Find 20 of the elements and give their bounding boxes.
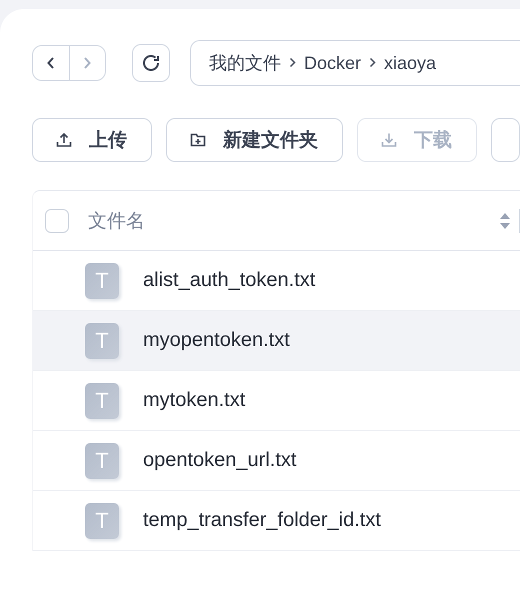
file-row[interactable]: T temp_transfer_folder_id.txt	[33, 491, 520, 551]
file-name: mytoken.txt	[143, 389, 246, 412]
file-row[interactable]: T opentoken_url.txt	[33, 431, 520, 491]
column-header[interactable]: 文件名	[88, 208, 499, 234]
text-file-icon: T	[85, 382, 119, 418]
breadcrumb-link[interactable]: 我的文件	[209, 51, 281, 75]
breadcrumb-link[interactable]: xiaoya	[384, 52, 436, 74]
file-name: myopentoken.txt	[143, 329, 290, 352]
file-name: temp_transfer_folder_id.txt	[143, 509, 381, 532]
new-folder-button[interactable]: 新建文件夹	[166, 118, 343, 162]
file-name: opentoken_url.txt	[143, 449, 296, 472]
upload-button[interactable]: 上传	[32, 118, 152, 162]
text-file-icon: T	[85, 442, 119, 478]
text-file-icon: T	[85, 502, 119, 538]
file-row[interactable]: T myopentoken.txt	[33, 311, 520, 371]
file-name: alist_auth_token.txt	[143, 269, 316, 292]
text-file-icon: T	[85, 262, 119, 298]
text-file-icon: T	[85, 322, 119, 358]
file-row[interactable]: T mytoken.txt	[33, 371, 520, 431]
breadcrumb-link[interactable]: Docker	[304, 52, 362, 74]
